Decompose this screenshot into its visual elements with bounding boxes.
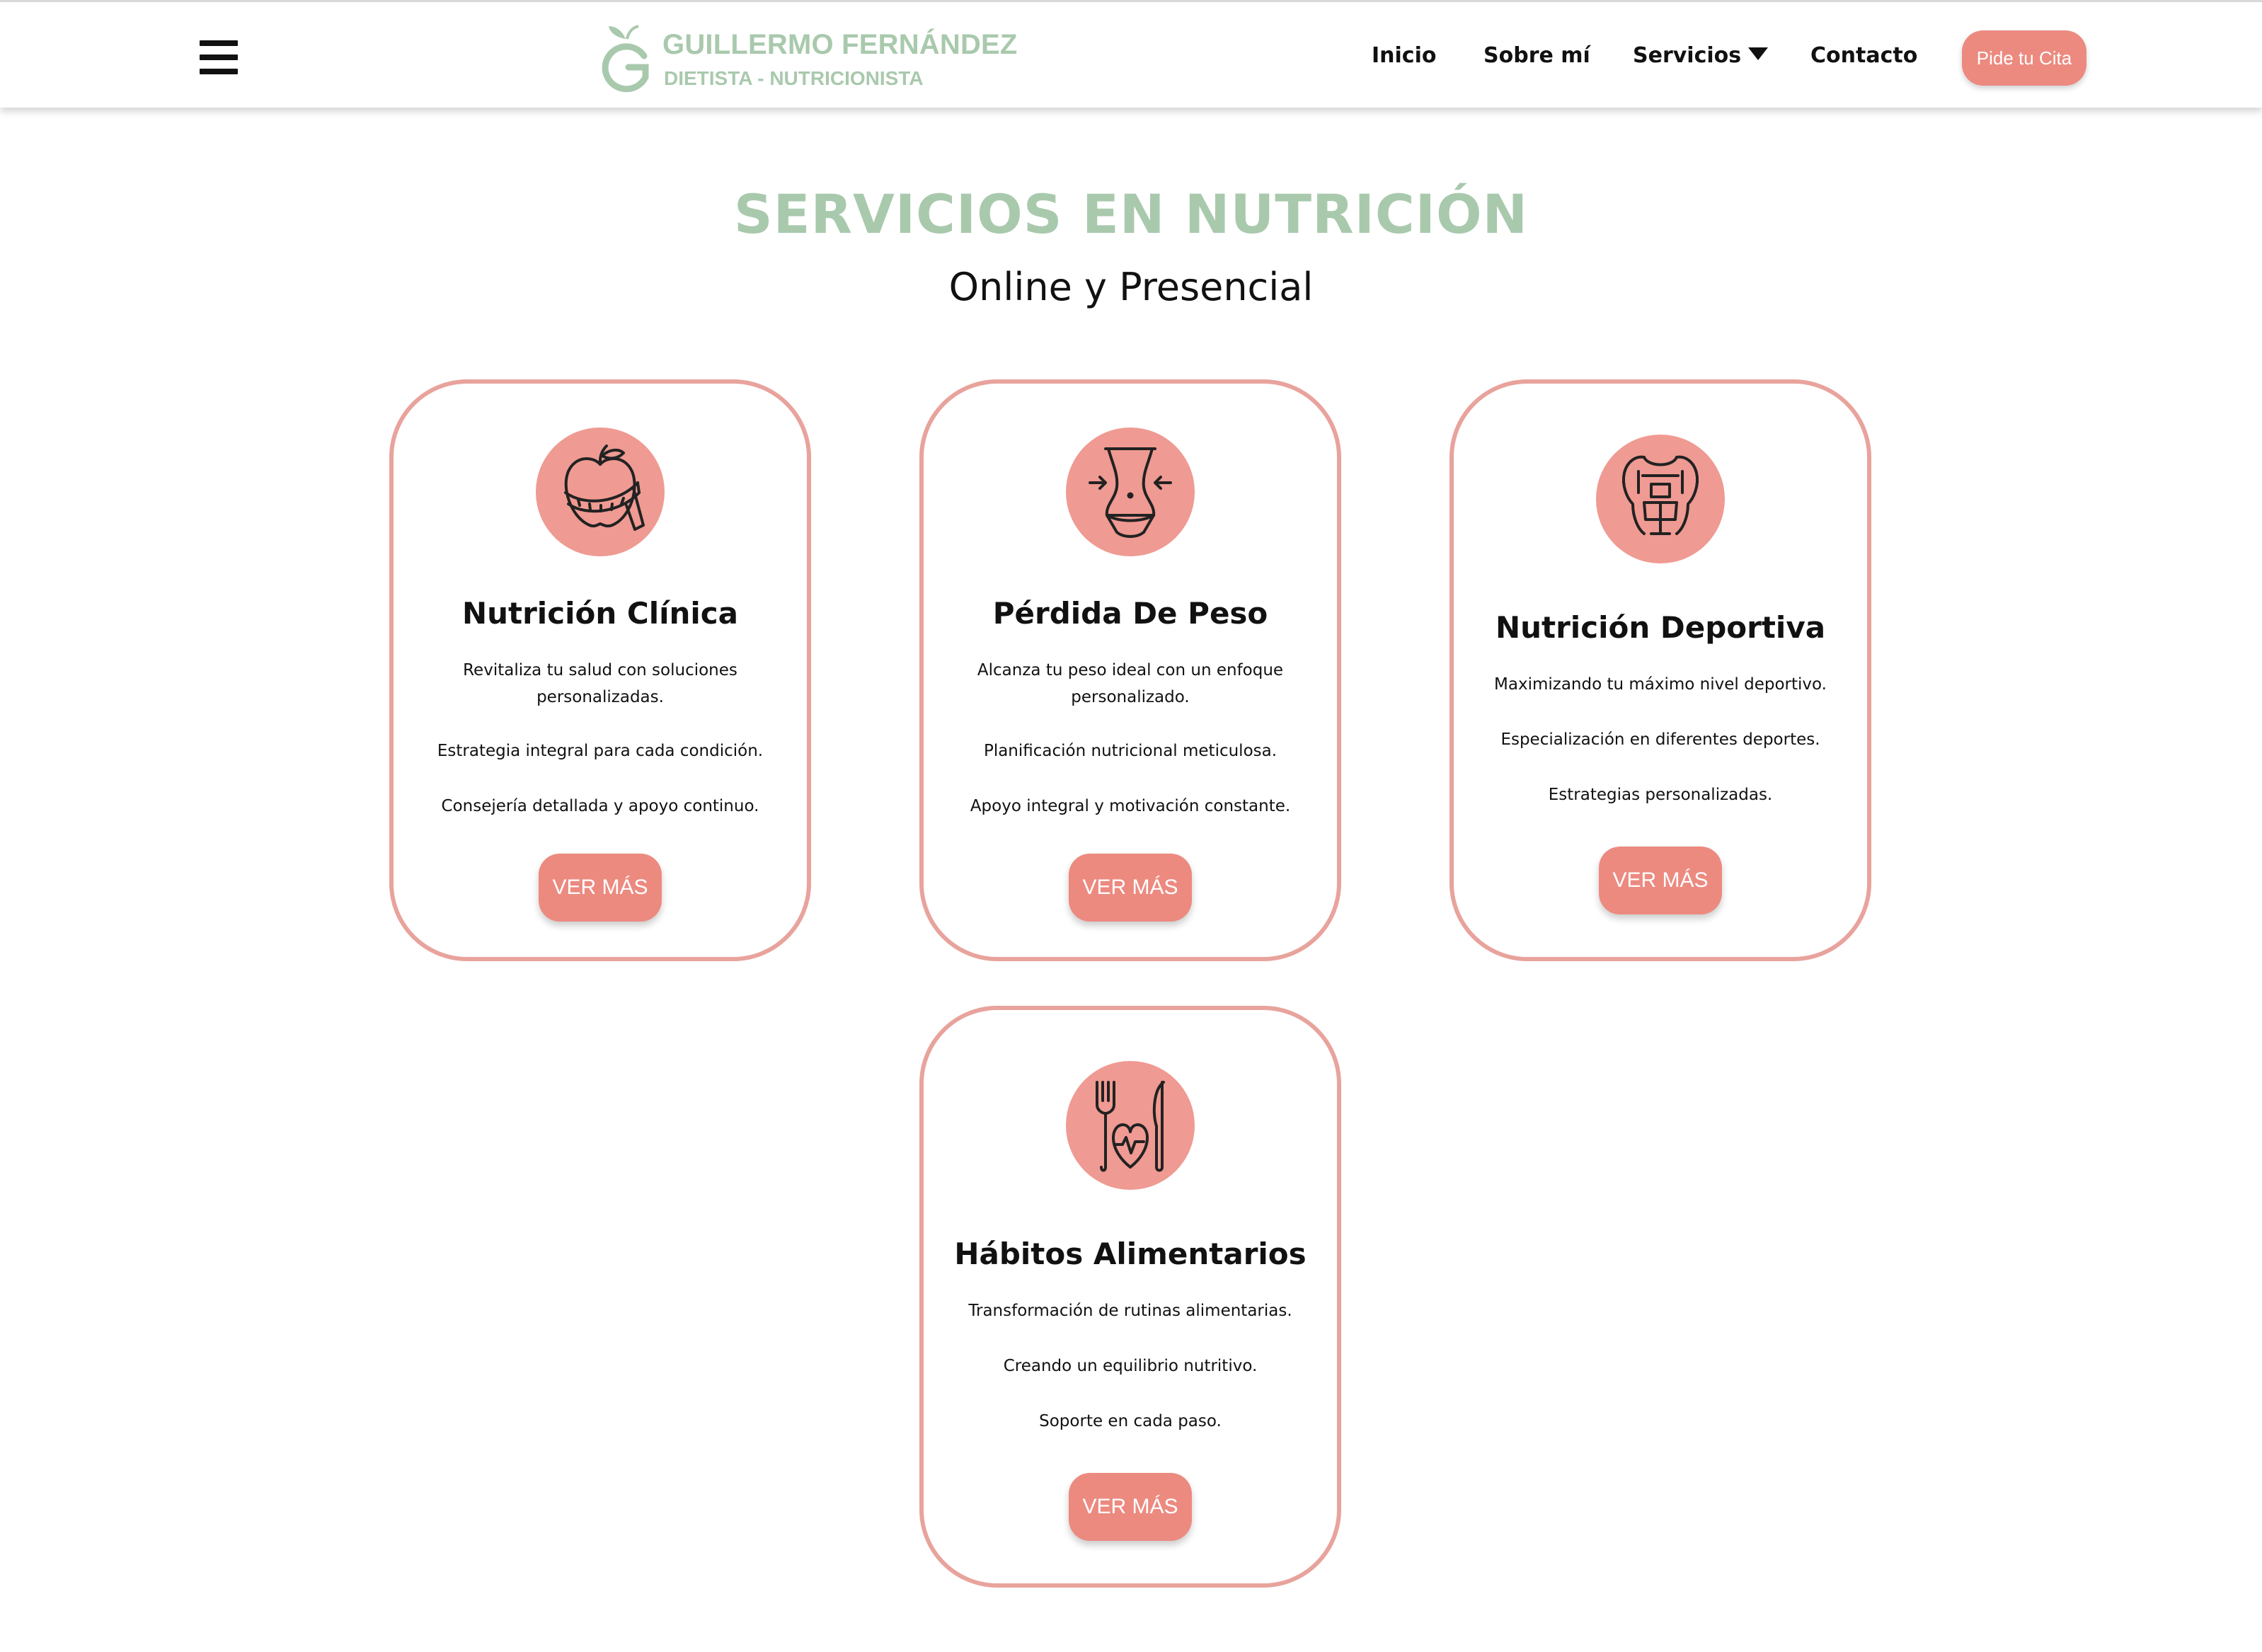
service-card-perdida-de-peso: Pérdida De Peso Alcanza tu peso ideal co…	[919, 379, 1341, 961]
logo-name: GUILLERMO FERNÁNDEZ	[662, 29, 1018, 60]
section-title: SERVICIOS EN NUTRICIÓN	[733, 183, 1529, 246]
card-description-line: Revitaliza tu salud con soluciones perso…	[463, 661, 737, 706]
logo-g-apple-icon	[602, 25, 649, 93]
caret-down-icon	[1748, 47, 1769, 60]
fork-knife-heart-icon	[1066, 1061, 1195, 1190]
card-title: Pérdida De Peso	[992, 596, 1268, 631]
logo-subtitle: DIETISTA - NUTRICIONISTA	[664, 67, 924, 89]
card-description-line: Apoyo integral y motivación constante.	[970, 797, 1291, 815]
nav-servicios-label: Servicios	[1633, 43, 1742, 68]
service-card-habitos-alimentarios: Hábitos Alimentarios Transformación de r…	[919, 1006, 1341, 1588]
hamburger-menu-icon[interactable]	[200, 40, 238, 74]
card-description-line: Estrategia integral para cada condición.	[437, 742, 764, 760]
muscular-torso-icon	[1596, 435, 1725, 563]
pide-tu-cita-button[interactable]: Pide tu Cita	[1962, 30, 2086, 86]
card-description-line: Consejería detallada y apoyo continuo.	[441, 797, 759, 815]
section-subtitle: Online y Presencial	[948, 265, 1314, 309]
nav-link-inicio[interactable]: Inicio	[1372, 43, 1436, 68]
service-card-nutricion-clinica: Nutrición Clínica Revitaliza tu salud co…	[389, 379, 811, 961]
card-title: Nutrición Deportiva	[1495, 610, 1826, 645]
ver-mas-button[interactable]: VER MÁS	[539, 854, 662, 922]
card-description-line: Creando un equilibrio nutritivo.	[1003, 1357, 1258, 1375]
card-description-line: Estrategias personalizadas.	[1548, 786, 1773, 804]
site-header: GUILLERMO FERNÁNDEZ DIETISTA - NUTRICION…	[0, 0, 2262, 108]
ver-mas-button[interactable]: VER MÁS	[1069, 854, 1192, 922]
card-description-line: Planificación nutricional meticulosa.	[983, 742, 1278, 760]
waist-slimming-icon	[1066, 428, 1195, 556]
card-description-line: Alcanza tu peso ideal con un enfoque per…	[977, 661, 1284, 706]
nav-dropdown-servicios[interactable]: Servicios	[1633, 43, 1769, 68]
card-description-line: Soporte en cada paso.	[1039, 1412, 1222, 1430]
card-title: Nutrición Clínica	[461, 596, 739, 631]
card-description-line: Especialización en diferentes deportes.	[1500, 730, 1820, 749]
card-description-line: Maximizando tu máximo nivel deportivo.	[1494, 675, 1827, 694]
card-title: Hábitos Alimentarios	[954, 1237, 1307, 1271]
card-description-line: Transformación de rutinas alimentarias.	[968, 1302, 1292, 1320]
nav-link-contacto[interactable]: Contacto	[1810, 43, 1917, 68]
service-card-nutricion-deportiva: Nutrición Deportiva Maximizando tu máxim…	[1449, 379, 1871, 961]
apple-tape-measure-icon	[536, 428, 665, 556]
nav-link-sobre-mi[interactable]: Sobre mí	[1483, 43, 1590, 68]
site-logo[interactable]: GUILLERMO FERNÁNDEZ DIETISTA - NUTRICION…	[600, 22, 1017, 96]
ver-mas-button[interactable]: VER MÁS	[1599, 847, 1722, 914]
ver-mas-button[interactable]: VER MÁS	[1069, 1473, 1192, 1541]
